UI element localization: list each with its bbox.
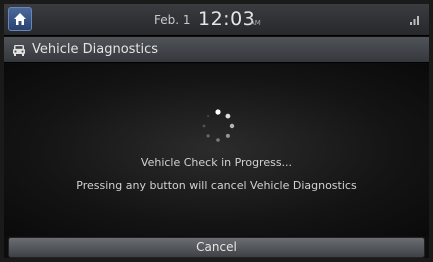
status-bar: Feb. 1 12:03 AM <box>4 4 429 36</box>
signal-icon <box>410 16 419 25</box>
cancel-hint-message: Pressing any button will cancel Vehicle … <box>76 179 357 192</box>
diagnostics-content: Vehicle Check in Progress... Pressing an… <box>4 64 429 236</box>
time-display: 12:03 <box>198 8 256 30</box>
cancel-button[interactable]: Cancel <box>8 237 425 258</box>
ampm-indicator: AM <box>250 19 261 27</box>
home-icon <box>14 13 26 25</box>
page-title: Vehicle Diagnostics <box>32 42 159 57</box>
loading-spinner-icon <box>202 109 235 142</box>
progress-message: Vehicle Check in Progress... <box>140 156 293 169</box>
date-display: Feb. 1 <box>154 13 191 27</box>
title-bar: Vehicle Diagnostics <box>4 37 429 63</box>
diagnostics-screen: Feb. 1 12:03 AM Vehicle Diagnostics Vehi… <box>4 4 429 258</box>
car-icon <box>13 45 25 56</box>
home-button[interactable] <box>8 7 32 31</box>
